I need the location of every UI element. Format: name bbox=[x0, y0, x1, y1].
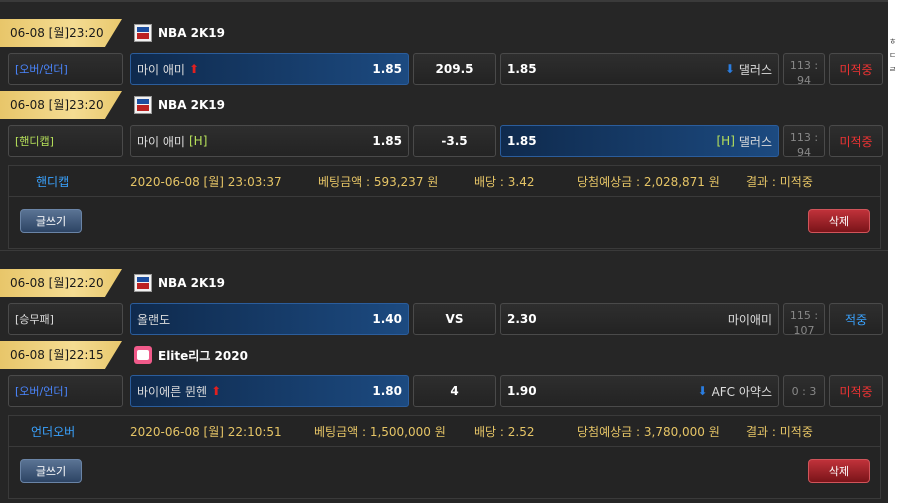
summary-expected: 당첨예상금 : 3,780,000 원 bbox=[577, 424, 720, 439]
bet-type: [승무패] bbox=[8, 303, 123, 335]
match-date-tag: 06-08 [월]22:15 bbox=[0, 341, 122, 369]
home-odds: 1.85 bbox=[372, 62, 402, 76]
summary-odds: 배당 : 2.52 bbox=[474, 424, 535, 439]
score-line-1: 113 : bbox=[789, 59, 819, 72]
summary-odds: 배당 : 3.42 bbox=[474, 174, 535, 189]
arrow-down-icon: ⬇ bbox=[697, 384, 708, 398]
league-label: NBA 2K19 bbox=[134, 91, 225, 119]
home-team-name: 마이 애미 bbox=[137, 62, 185, 77]
nba-2k19-icon bbox=[134, 274, 152, 292]
edge-text: ㄷ bbox=[889, 51, 897, 60]
result-status: 미적중 bbox=[829, 375, 883, 407]
home-team-option[interactable]: 마이 애미 ⬆ 1.85 bbox=[130, 53, 409, 85]
summary-expected: 당첨예상금 : 2,028,871 원 bbox=[577, 174, 720, 189]
bet-summary-row: 언더오버 2020-06-08 [월] 22:10:51 베팅금액 : 1,50… bbox=[8, 415, 881, 447]
home-team-option[interactable]: 바이에른 뮌헨 ⬆ 1.80 bbox=[130, 375, 409, 407]
home-odds: 1.80 bbox=[372, 384, 402, 398]
match-score: 0 : 3 bbox=[783, 375, 825, 407]
action-row: 글쓰기 삭제 bbox=[8, 197, 881, 249]
edge-text: ㅎ bbox=[889, 37, 897, 46]
write-button[interactable]: 글쓰기 bbox=[20, 209, 82, 233]
write-button[interactable]: 글쓰기 bbox=[20, 459, 82, 483]
top-divider bbox=[0, 0, 888, 2]
action-row: 글쓰기 삭제 bbox=[8, 447, 881, 499]
match-date-tag: 06-08 [월]23:20 bbox=[0, 19, 122, 47]
match-date-tag: 06-08 [월]23:20 bbox=[0, 91, 122, 119]
result-status: 미적중 bbox=[829, 125, 883, 157]
away-team-name: 댈러스 bbox=[738, 134, 772, 149]
away-team-name: AFC 아약스 bbox=[711, 384, 772, 399]
home-team-name: 올랜도 bbox=[137, 312, 171, 327]
result-status: 미적중 bbox=[829, 53, 883, 85]
home-odds: 1.40 bbox=[372, 312, 402, 326]
match-date-tag: 06-08 [월]22:20 bbox=[0, 269, 122, 297]
match-score: 115 : 107 bbox=[783, 303, 825, 337]
score-line-2: 94 bbox=[796, 74, 811, 87]
summary-result: 결과 : 미적중 bbox=[746, 174, 813, 189]
summary-datetime: 2020-06-08 [월] 22:10:51 bbox=[130, 424, 282, 439]
away-team-option[interactable]: 1.85 [H] 댈러스 bbox=[500, 125, 779, 157]
group-divider bbox=[0, 250, 888, 251]
line-value[interactable]: 4 bbox=[413, 375, 496, 407]
result-status: 적중 bbox=[829, 303, 883, 335]
arrow-up-icon: ⬆ bbox=[188, 62, 200, 76]
elite-league-icon bbox=[134, 346, 152, 364]
league-label: NBA 2K19 bbox=[134, 269, 225, 297]
delete-button[interactable]: 삭제 bbox=[808, 459, 870, 483]
adjacent-window-edge: ㅎ ㄷ ㄹ bbox=[888, 0, 899, 503]
home-team-option[interactable]: 마이 애미 [H] 1.85 bbox=[130, 125, 409, 157]
score-line-1: 115 : bbox=[789, 309, 819, 322]
match-score: 113 : 94 bbox=[783, 125, 825, 159]
edge-text: ㄹ bbox=[889, 65, 897, 74]
handicap-mark: [H] bbox=[716, 134, 735, 148]
home-team-name: 마이 애미 bbox=[137, 134, 185, 149]
line-value[interactable]: VS bbox=[413, 303, 496, 335]
home-team-option[interactable]: 올랜도 1.40 bbox=[130, 303, 409, 335]
bet-type: [오버/언더] bbox=[8, 375, 123, 407]
home-team-name: 바이에른 뮌헨 bbox=[137, 384, 208, 399]
nba-2k19-icon bbox=[134, 24, 152, 42]
delete-button[interactable]: 삭제 bbox=[808, 209, 870, 233]
bet-summary-row: 핸디캡 2020-06-08 [월] 23:03:37 베팅금액 : 593,2… bbox=[8, 165, 881, 197]
league-label: Elite리그 2020 bbox=[134, 341, 248, 369]
summary-result: 결과 : 미적중 bbox=[746, 424, 813, 439]
nba-2k19-icon bbox=[134, 96, 152, 114]
match-score: 113 : 94 bbox=[783, 53, 825, 87]
summary-amount: 베팅금액 : 1,500,000 원 bbox=[314, 424, 446, 439]
away-odds: 2.30 bbox=[507, 312, 537, 326]
score-line-2: 94 bbox=[796, 146, 811, 159]
away-team-option[interactable]: 1.85 ⬇ 댈러스 bbox=[500, 53, 779, 85]
arrow-down-icon: ⬇ bbox=[724, 62, 735, 76]
league-name: NBA 2K19 bbox=[158, 26, 226, 40]
score-line-1: 0 : 3 bbox=[791, 384, 817, 398]
away-odds: 1.90 bbox=[507, 384, 537, 398]
summary-amount: 베팅금액 : 593,237 원 bbox=[318, 174, 439, 189]
bet-history-page: 06-08 [월]23:20 NBA 2K19 [오버/언더] 마이 애미 ⬆ 1… bbox=[0, 0, 899, 503]
summary-type: 핸디캡 bbox=[36, 174, 70, 189]
bet-type: [오버/언더] bbox=[8, 53, 123, 85]
league-name: Elite리그 2020 bbox=[158, 348, 248, 363]
score-line-1: 113 : bbox=[789, 131, 819, 144]
away-team-name: 마이애미 bbox=[727, 312, 772, 327]
away-team-option[interactable]: 1.90 ⬇ AFC 아약스 bbox=[500, 375, 779, 407]
away-odds: 1.85 bbox=[507, 134, 537, 148]
score-line-2: 107 bbox=[793, 324, 815, 337]
summary-datetime: 2020-06-08 [월] 23:03:37 bbox=[130, 174, 282, 189]
arrow-up-icon: ⬆ bbox=[211, 384, 222, 398]
line-value[interactable]: 209.5 bbox=[413, 53, 496, 85]
handicap-mark: [H] bbox=[188, 134, 208, 148]
home-odds: 1.85 bbox=[372, 134, 402, 148]
away-team-option[interactable]: 2.30 마이애미 bbox=[500, 303, 779, 335]
bet-type: [핸디캡] bbox=[8, 125, 123, 157]
league-name: NBA 2K19 bbox=[158, 98, 226, 112]
league-name: NBA 2K19 bbox=[158, 276, 226, 290]
away-team-name: 댈러스 bbox=[738, 62, 772, 77]
away-odds: 1.85 bbox=[507, 62, 537, 76]
summary-type: 언더오버 bbox=[31, 424, 76, 439]
league-label: NBA 2K19 bbox=[134, 19, 225, 47]
line-value[interactable]: -3.5 bbox=[413, 125, 496, 157]
